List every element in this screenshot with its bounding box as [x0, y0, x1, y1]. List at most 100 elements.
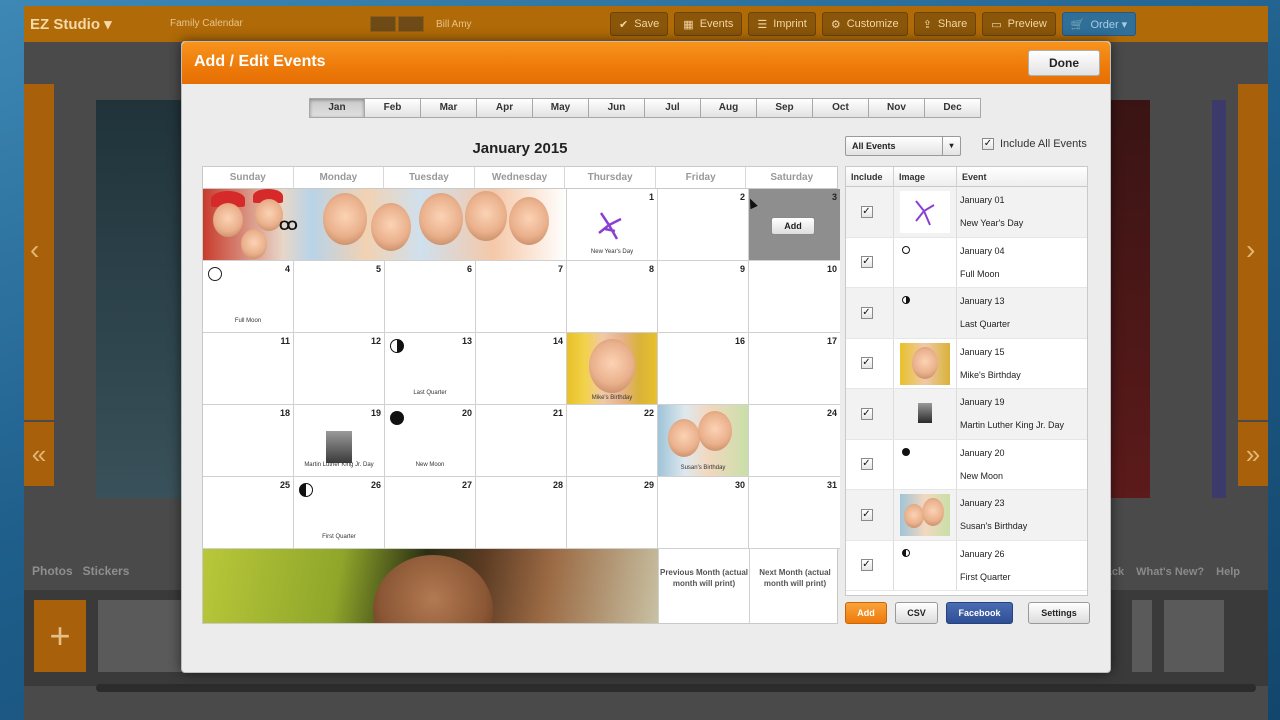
month-tab-jul[interactable]: Jul: [645, 98, 701, 118]
chevron-right-icon[interactable]: ›: [1246, 234, 1255, 266]
calendar-day-21[interactable]: 21: [476, 405, 567, 477]
add-photo-button[interactable]: +: [34, 600, 86, 672]
include-all-checkbox[interactable]: ✓: [982, 138, 994, 150]
month-tab-feb[interactable]: Feb: [365, 98, 421, 118]
event-row[interactable]: ✓ January 26 First Quarter: [846, 540, 1087, 591]
calendar-day-17[interactable]: 17: [749, 333, 840, 405]
event-row[interactable]: ✓ January 15 Mike's Birthday: [846, 338, 1087, 389]
include-checkbox[interactable]: ✓: [860, 508, 873, 521]
chevron-down-icon[interactable]: ▾: [942, 137, 960, 155]
event-row[interactable]: ✓ January 23 Susan's Birthday: [846, 490, 1087, 541]
next-page-strip[interactable]: ›: [1238, 84, 1268, 420]
whats-new-link[interactable]: What's New?: [1136, 566, 1204, 578]
photo-thumbnail[interactable]: [98, 600, 182, 672]
calendar-day-14[interactable]: 14: [476, 333, 567, 405]
calendar-day-19[interactable]: 19 Martin Luther King Jr. Day: [294, 405, 385, 477]
calendar-day-31[interactable]: 31: [749, 477, 840, 549]
event-row[interactable]: ✓ January 04 Full Moon: [846, 237, 1087, 288]
last-page-button[interactable]: »: [1238, 422, 1268, 486]
add-event-button[interactable]: Add: [845, 602, 887, 624]
calendar-day-15[interactable]: Mike's Birthday: [567, 333, 658, 405]
events-button[interactable]: ▦ Events: [674, 12, 743, 36]
calendar-day-10[interactable]: 10: [749, 261, 840, 333]
chevron-left-icon[interactable]: ‹: [30, 234, 39, 266]
stickers-tab[interactable]: Stickers: [83, 564, 130, 578]
month-tab-dec[interactable]: Dec: [925, 98, 981, 118]
filmstrip-scrollbar[interactable]: [96, 684, 1256, 692]
event-image-cell[interactable]: [894, 237, 957, 287]
month-tab-sep[interactable]: Sep: [757, 98, 813, 118]
calendar-day-24[interactable]: 24: [749, 405, 840, 477]
event-row[interactable]: ✓ January 01 New Year's Day: [846, 187, 1087, 238]
first-page-button[interactable]: «: [24, 422, 54, 486]
calendar-day-28[interactable]: 28: [476, 477, 567, 549]
calendar-day-23[interactable]: Susan's Birthday: [658, 405, 749, 477]
calendar-day-25[interactable]: 25: [203, 477, 294, 549]
calendar-day-22[interactable]: 22: [567, 405, 658, 477]
calendar-day-11[interactable]: 11: [203, 333, 294, 405]
single-page-view-icon[interactable]: [370, 16, 396, 32]
month-tab-mar[interactable]: Mar: [421, 98, 477, 118]
calendar-day-20[interactable]: 20 New Moon: [385, 405, 476, 477]
include-checkbox[interactable]: ✓: [860, 458, 873, 471]
include-all-events[interactable]: ✓ Include All Events: [982, 138, 1087, 150]
calendar-day-4[interactable]: 4 Full Moon: [203, 261, 294, 333]
month-tab-aug[interactable]: Aug: [701, 98, 757, 118]
app-brand[interactable]: EZ Studio ▾: [30, 15, 170, 33]
calendar-day-16[interactable]: 16: [658, 333, 749, 405]
done-button[interactable]: Done: [1028, 50, 1100, 76]
month-tab-apr[interactable]: Apr: [477, 98, 533, 118]
preview-button[interactable]: ▭ Preview: [982, 12, 1056, 36]
photo-thumbnail[interactable]: [1164, 600, 1224, 672]
calendar-day-13[interactable]: 13 Last Quarter: [385, 333, 476, 405]
prev-page-strip[interactable]: ‹: [24, 84, 54, 420]
footer-photo[interactable]: [203, 549, 658, 623]
event-image-cell[interactable]: [894, 389, 957, 439]
calendar-day-9[interactable]: 9: [658, 261, 749, 333]
header-photo[interactable]: OO: [203, 189, 567, 261]
include-checkbox[interactable]: ✓: [860, 407, 873, 420]
event-row[interactable]: ✓ January 19 Martin Luther King Jr. Day: [846, 389, 1087, 440]
include-checkbox[interactable]: ✓: [860, 559, 873, 572]
calendar-day-27[interactable]: 27: [385, 477, 476, 549]
calendar-day-1[interactable]: 1 New Year's Day: [567, 189, 658, 261]
photos-tab[interactable]: Photos: [32, 564, 73, 578]
facebook-import-button[interactable]: Facebook: [946, 602, 1013, 624]
month-tab-jun[interactable]: Jun: [589, 98, 645, 118]
spread-view-icon[interactable]: [398, 16, 424, 32]
event-image-cell[interactable]: [894, 439, 957, 489]
calendar-day-7[interactable]: 7: [476, 261, 567, 333]
event-row[interactable]: ✓ January 13 Last Quarter: [846, 288, 1087, 339]
imprint-button[interactable]: ☰ Imprint: [748, 12, 816, 36]
save-button[interactable]: ✔ Save: [610, 12, 669, 36]
month-tab-oct[interactable]: Oct: [813, 98, 869, 118]
calendar-day-18[interactable]: 18: [203, 405, 294, 477]
add-event-button[interactable]: Add: [771, 217, 815, 235]
month-tab-jan[interactable]: Jan: [309, 98, 365, 118]
view-toggle[interactable]: Bill Amy: [370, 16, 610, 32]
calendar-day-5[interactable]: 5: [294, 261, 385, 333]
event-image-cell[interactable]: [894, 338, 957, 388]
event-image-cell[interactable]: [894, 288, 957, 338]
include-checkbox[interactable]: ✓: [860, 357, 873, 370]
photo-thumbnail[interactable]: [1132, 600, 1152, 672]
calendar-day-2[interactable]: 2: [658, 189, 749, 261]
event-image-cell[interactable]: [894, 540, 957, 590]
include-checkbox[interactable]: ✓: [860, 205, 873, 218]
month-tab-nov[interactable]: Nov: [869, 98, 925, 118]
event-image-cell[interactable]: [894, 187, 957, 237]
event-row[interactable]: ✓ January 20 New Moon: [846, 439, 1087, 490]
calendar-day-8[interactable]: 8: [567, 261, 658, 333]
include-checkbox[interactable]: ✓: [860, 306, 873, 319]
customize-button[interactable]: ⚙ Customize: [821, 12, 908, 36]
calendar-day-12[interactable]: 12: [294, 333, 385, 405]
calendar-day-30[interactable]: 30: [658, 477, 749, 549]
share-button[interactable]: ⇪ Share: [913, 12, 977, 36]
event-image-cell[interactable]: [894, 490, 957, 540]
include-checkbox[interactable]: ✓: [860, 256, 873, 269]
calendar-day-26[interactable]: 26 First Quarter: [294, 477, 385, 549]
order-button[interactable]: 🛒 Order ▾: [1061, 12, 1137, 36]
event-filter-select[interactable]: All Events ▾: [845, 136, 961, 156]
month-tab-may[interactable]: May: [533, 98, 589, 118]
calendar-day-6[interactable]: 6: [385, 261, 476, 333]
